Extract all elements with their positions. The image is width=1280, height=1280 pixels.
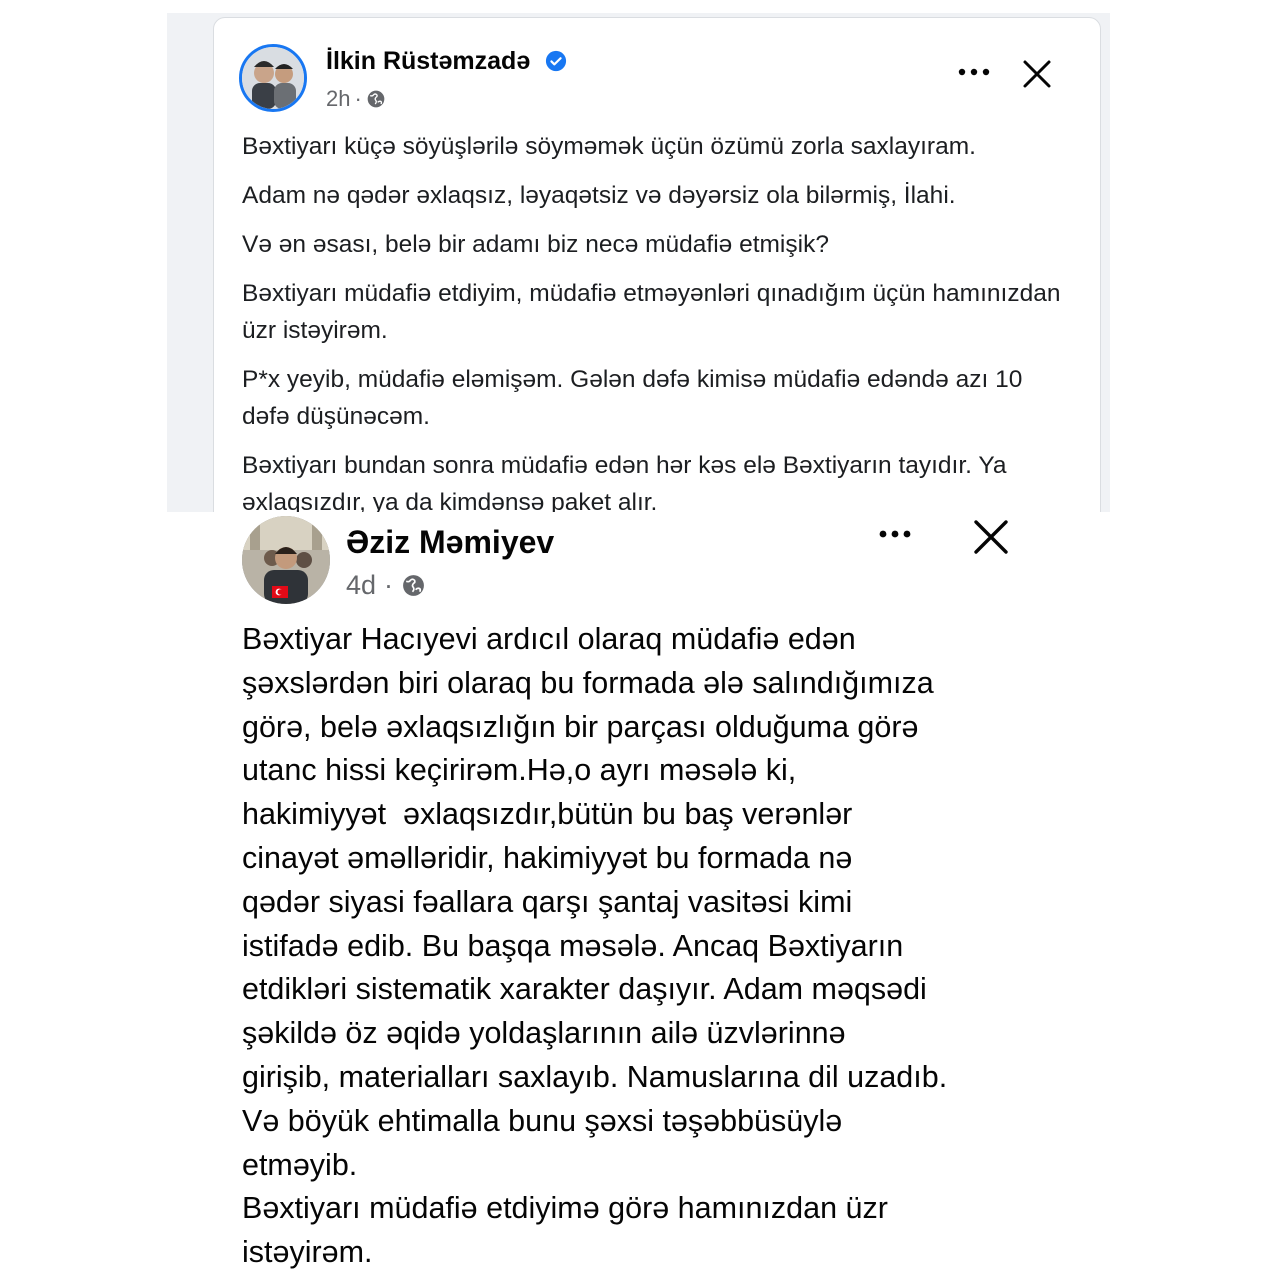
post-text-line: Bəxtiyarı müdafiə etdiyimə görə hamınızd…: [242, 1191, 888, 1226]
post-paragraph: Və ən əsası, belə bir adamı biz necə müd…: [242, 231, 829, 258]
post-text-line: Və böyük ehtimalla bunu şəxsi təşəbbüsüy…: [242, 1103, 843, 1138]
post-2-screenshot: Əziz Məmiyev 4d · Bəxtiyar Hacıyevi ardı…: [0, 512, 1280, 1280]
avatar-photo-icon: [242, 516, 330, 604]
avatar[interactable]: [239, 44, 307, 112]
post-text-line: istəyirəm.: [242, 1235, 373, 1270]
post-text-line: cinayət əməlləridir, hakimiyyət bu forma…: [242, 840, 853, 875]
meta-separator: ·: [354, 86, 362, 111]
post-meta: 2h ·: [326, 86, 386, 112]
post-1-screenshot: İlkin Rüstəmzadə 2h · Bəxtiyarı küçə söy…: [167, 13, 1110, 512]
post-text-line: görə, belə əxlaqsızlığın bir parçası old…: [242, 709, 919, 744]
post-text: Bəxtiyarı küçə söyüşlərilə söyməmək üçün…: [242, 128, 1072, 512]
more-options-icon[interactable]: [954, 60, 994, 84]
post-paragraph: Bəxtiyarı müdafiə etdiyim, müdafiə etməy…: [242, 280, 1061, 344]
post-text-line: etdikləri sistematik xarakter daşıyır. A…: [242, 972, 927, 1007]
more-options-icon[interactable]: [875, 522, 915, 546]
post-paragraph: Bəxtiyarı bundan sonra müdafiə edən hər …: [242, 452, 1007, 512]
post-card: İlkin Rüstəmzadə 2h · Bəxtiyarı küçə söy…: [213, 17, 1101, 512]
post-timestamp[interactable]: 4d: [346, 570, 376, 601]
verified-badge-icon: [546, 51, 567, 72]
post-paragraph: Bəxtiyarı küçə söyüşlərilə söyməmək üçün…: [242, 133, 976, 160]
meta-separator: ·: [384, 570, 394, 600]
post-text-line: Bəxtiyar Hacıyevi ardıcıl olaraq müdafiə…: [242, 622, 856, 656]
post-meta: 4d ·: [346, 570, 426, 601]
author-name-text[interactable]: İlkin Rüstəmzadə: [326, 47, 530, 75]
post-text-line: şəxslərdən biri olaraq bu formada ələ sa…: [242, 665, 934, 700]
post-paragraph: P*x yeyib, müdafiə eləmişəm. Gələn dəfə …: [242, 366, 1023, 430]
post-paragraph: Adam nə qədər əxlaqsız, ləyaqətsiz və də…: [242, 182, 956, 209]
post-text: Bəxtiyar Hacıyevi ardıcıl olaraq müdafiə…: [242, 618, 1042, 1275]
post-text-line: şəkildə öz əqidə yoldaşlarının ailə üzvl…: [242, 1016, 846, 1051]
globe-icon[interactable]: [401, 573, 426, 598]
avatar[interactable]: [242, 516, 330, 604]
avatar-photo-icon: [242, 47, 304, 109]
close-icon[interactable]: [970, 516, 1012, 558]
post-text-line: etməyib.: [242, 1147, 358, 1182]
author-name[interactable]: Əziz Məmiyev: [346, 524, 554, 561]
close-icon[interactable]: [1019, 56, 1055, 92]
post-text-line: qədər siyasi fəallara qarşı şantaj vasit…: [242, 884, 853, 919]
author-name[interactable]: İlkin Rüstəmzadə: [326, 46, 567, 76]
post-timestamp[interactable]: 2h: [326, 86, 350, 112]
post-text-line: utanc hissi keçirirəm.Hə,o ayrı məsələ k…: [242, 753, 797, 788]
post-text-line: istifadə edib. Bu başqa məsələ. Ancaq Bə…: [242, 928, 904, 963]
post-text-line: hakimiyyət əxlaqsızdır,bütün bu baş verə…: [242, 797, 853, 832]
post-text-line: girişib, materialları saxlayıb. Namuslar…: [242, 1059, 948, 1094]
globe-icon[interactable]: [366, 89, 386, 109]
